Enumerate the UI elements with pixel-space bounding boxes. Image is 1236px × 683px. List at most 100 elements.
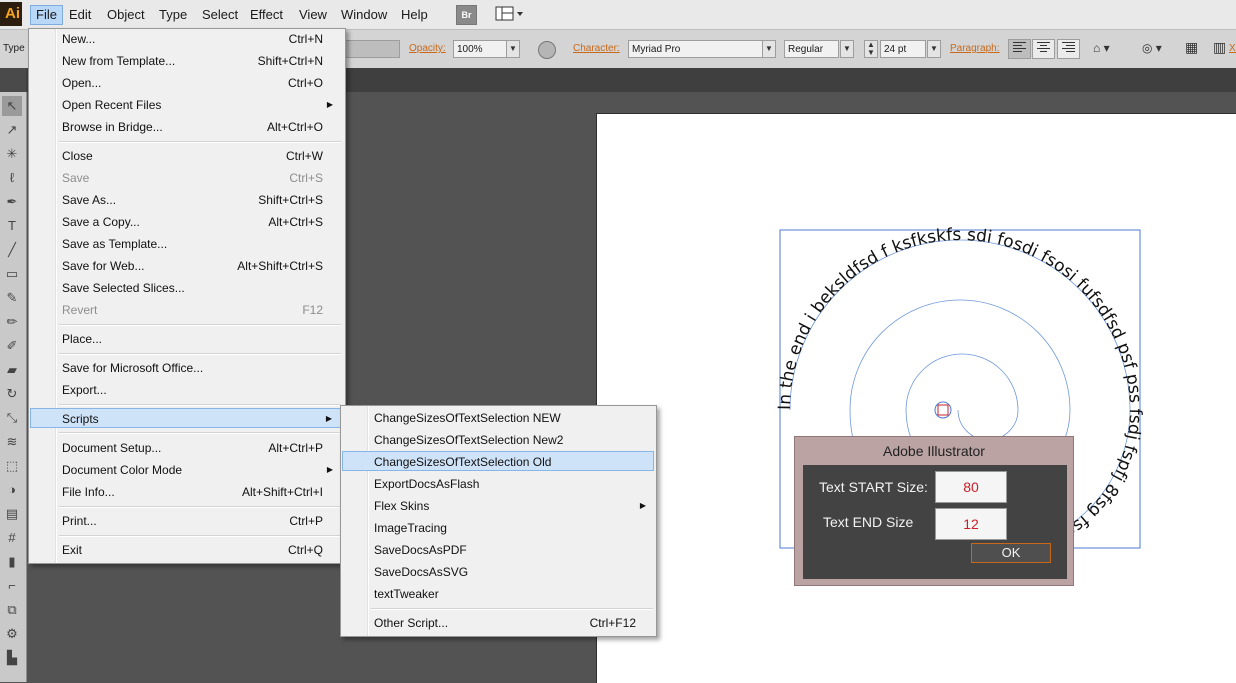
selection-type-label: Type xyxy=(3,43,25,54)
file-exit[interactable]: Exit Ctrl+Q xyxy=(31,540,341,560)
file-open-recent[interactable]: Open Recent Files ▶ xyxy=(31,95,341,115)
file-document-color-mode[interactable]: Document Color Mode ▶ xyxy=(31,460,341,480)
eraser-tool-icon[interactable]: ▰ xyxy=(2,360,22,380)
menu-file[interactable]: File xyxy=(30,5,63,25)
free-transform-tool-icon[interactable]: ⬚ xyxy=(2,456,22,476)
menu-select[interactable]: Select xyxy=(197,6,243,24)
transform-options-icon[interactable]: ◎ ▾ xyxy=(1142,41,1172,57)
pen-tool-icon[interactable]: ✒ xyxy=(2,192,22,212)
file-new[interactable]: New... Ctrl+N xyxy=(31,29,341,49)
file-save[interactable]: Save Ctrl+S xyxy=(31,168,341,188)
column-graph-tool-icon[interactable]: ▙ xyxy=(2,648,22,668)
file-browse-in-bridge[interactable]: Browse in Bridge... Alt+Ctrl+O xyxy=(31,117,341,137)
menu-effect[interactable]: Effect xyxy=(245,6,288,24)
eyedropper-tool-icon[interactable]: ⌐ xyxy=(2,576,22,596)
file-open[interactable]: Open... Ctrl+O xyxy=(31,73,341,93)
file-save-as[interactable]: Save As... Shift+Ctrl+S xyxy=(31,190,341,210)
file-menu: New... Ctrl+N New from Template... Shift+C… xyxy=(28,28,346,564)
transform-panel-icon[interactable]: ▥ xyxy=(1213,39,1229,59)
font-family-dropdown[interactable]: ▼ xyxy=(762,40,776,58)
font-size-stepper[interactable]: ▲ ▼ xyxy=(864,40,878,58)
file-export[interactable]: Export... xyxy=(31,380,341,400)
align-right-button[interactable] xyxy=(1057,39,1080,59)
menu-bar: Ai File Edit Object Type Select Effect V… xyxy=(0,0,1236,30)
ok-button[interactable]: OK xyxy=(971,543,1051,563)
x-coordinate-label[interactable]: X: xyxy=(1229,43,1236,54)
blob-brush-tool-icon[interactable]: ✐ xyxy=(2,336,22,356)
script-flex-skins[interactable]: Flex Skins ▶ xyxy=(343,496,654,516)
menu-object[interactable]: Object xyxy=(102,6,150,24)
selection-tool-icon[interactable]: ↖ xyxy=(2,96,22,116)
script-change-sizes-old[interactable]: ChangeSizesOfTextSelection Old xyxy=(342,451,654,471)
menu-edit[interactable]: Edit xyxy=(64,6,96,24)
mesh-tool-icon[interactable]: # xyxy=(2,528,22,548)
symbol-sprayer-tool-icon[interactable]: ⚙ xyxy=(2,624,22,644)
file-info[interactable]: File Info... Alt+Shift+Ctrl+I xyxy=(31,482,341,502)
file-save-for-web[interactable]: Save for Web... Alt+Shift+Ctrl+S xyxy=(31,256,341,276)
arrange-documents-icon xyxy=(495,6,523,21)
menu-type[interactable]: Type xyxy=(154,6,192,24)
align-left-button[interactable] xyxy=(1008,39,1031,59)
file-document-setup[interactable]: Document Setup... Alt+Ctrl+P xyxy=(31,438,341,458)
script-save-docs-as-svg[interactable]: SaveDocsAsSVG xyxy=(343,562,654,582)
font-style-dropdown[interactable]: ▼ xyxy=(840,40,854,58)
script-change-sizes-new[interactable]: ChangeSizesOfTextSelection NEW xyxy=(343,408,654,428)
file-revert[interactable]: Revert F12 xyxy=(31,300,341,320)
script-export-docs-as-flash[interactable]: ExportDocsAsFlash xyxy=(343,474,654,494)
width-tool-icon[interactable]: ≋ xyxy=(2,432,22,452)
file-print[interactable]: Print... Ctrl+P xyxy=(31,511,341,531)
scale-tool-icon[interactable]: ⤡ xyxy=(2,408,22,428)
font-style-field[interactable]: Regular xyxy=(784,40,839,58)
rotate-tool-icon[interactable]: ↻ xyxy=(2,384,22,404)
font-family-field[interactable]: Myriad Pro xyxy=(628,40,763,58)
scripts-submenu: ChangeSizesOfTextSelection NEW ChangeSiz… xyxy=(340,405,657,637)
bridge-button[interactable]: Br xyxy=(456,5,477,25)
type-tool-icon[interactable]: T xyxy=(2,216,22,236)
file-place[interactable]: Place... xyxy=(31,329,341,349)
opacity-label[interactable]: Opacity: xyxy=(409,43,446,54)
menu-window[interactable]: Window xyxy=(336,6,392,24)
text-end-size-input[interactable]: 12 xyxy=(935,508,1007,540)
script-text-tweaker[interactable]: textTweaker xyxy=(343,584,654,604)
menu-separator xyxy=(59,506,341,508)
opacity-input[interactable]: 100% xyxy=(453,40,511,58)
script-save-docs-as-pdf[interactable]: SaveDocsAsPDF xyxy=(343,540,654,560)
script-image-tracing[interactable]: ImageTracing xyxy=(343,518,654,538)
paragraph-label[interactable]: Paragraph: xyxy=(950,43,999,54)
magic-wand-tool-icon[interactable]: ✳ xyxy=(2,144,22,164)
shape-builder-tool-icon[interactable]: ◑ xyxy=(2,480,22,500)
file-save-a-copy[interactable]: Save a Copy... Alt+Ctrl+S xyxy=(31,212,341,232)
paintbrush-tool-icon[interactable]: ✎ xyxy=(2,288,22,308)
pencil-tool-icon[interactable]: ✏ xyxy=(2,312,22,332)
line-tool-icon[interactable]: ╱ xyxy=(2,240,22,260)
perspective-grid-tool-icon[interactable]: ▤ xyxy=(2,504,22,524)
rectangle-tool-icon[interactable]: ▭ xyxy=(2,264,22,284)
font-size-field[interactable]: 24 pt xyxy=(880,40,926,58)
script-other-script[interactable]: Other Script... Ctrl+F12 xyxy=(343,613,654,633)
lasso-tool-icon[interactable]: ℓ xyxy=(2,168,22,188)
file-save-as-template[interactable]: Save as Template... xyxy=(31,234,341,254)
blend-tool-icon[interactable]: ⧉ xyxy=(2,600,22,620)
align-panel-icon[interactable]: ▦ xyxy=(1185,39,1207,59)
file-close[interactable]: Close Ctrl+W xyxy=(31,146,341,166)
font-size-dropdown[interactable]: ▼ xyxy=(927,40,941,58)
recolor-icon[interactable] xyxy=(538,41,556,59)
arrange-documents-button[interactable] xyxy=(495,5,525,23)
file-scripts[interactable]: Scripts ▶ xyxy=(30,408,341,428)
direct-selection-tool-icon[interactable]: ↗ xyxy=(2,120,22,140)
character-label[interactable]: Character: xyxy=(573,43,620,54)
stroke-field[interactable] xyxy=(345,40,400,58)
menu-view[interactable]: View xyxy=(294,6,332,24)
gradient-tool-icon[interactable]: ▮ xyxy=(2,552,22,572)
menu-help[interactable]: Help xyxy=(396,6,433,24)
tools-panel-grip[interactable] xyxy=(0,68,26,92)
text-start-size-input[interactable]: 80 xyxy=(935,471,1007,503)
opacity-dropdown[interactable]: ▼ xyxy=(506,40,520,58)
script-change-sizes-new2[interactable]: ChangeSizesOfTextSelection New2 xyxy=(343,430,654,450)
envelope-warp-icon[interactable]: ⌂ ▾ xyxy=(1093,41,1123,57)
file-save-for-microsoft-office[interactable]: Save for Microsoft Office... xyxy=(31,358,341,378)
file-new-from-template[interactable]: New from Template... Shift+Ctrl+N xyxy=(31,51,341,71)
app-logo: Ai xyxy=(0,2,22,26)
align-center-button[interactable] xyxy=(1032,39,1055,59)
file-save-selected-slices[interactable]: Save Selected Slices... xyxy=(31,278,341,298)
